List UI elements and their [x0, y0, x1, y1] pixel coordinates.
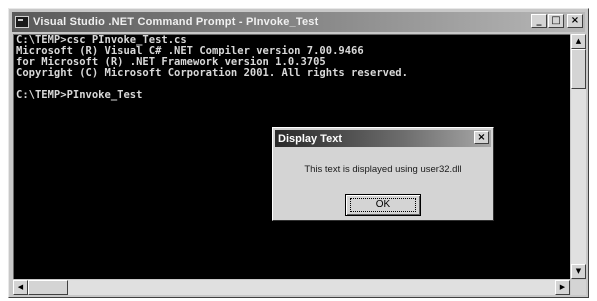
scroll-left-button[interactable]: ◀ [13, 280, 28, 295]
maximize-button[interactable]: □ [548, 14, 564, 28]
window-controls: _ □ × [531, 14, 583, 28]
scroll-down-button[interactable]: ▼ [571, 264, 586, 279]
console-line: C:\TEMP>PInvoke_Test [16, 89, 143, 101]
console-line: Copyright (C) Microsoft Corporation 2001… [16, 67, 408, 79]
dialog-close-button[interactable]: × [474, 131, 489, 144]
ok-button[interactable]: OK [345, 194, 421, 216]
ok-focus-rect [350, 198, 416, 212]
scroll-right-button[interactable]: ▶ [555, 280, 570, 295]
vertical-scrollbar[interactable]: ▲ ▼ [571, 34, 586, 279]
dialog-titlebar[interactable]: Display Text × [275, 130, 491, 147]
minimize-button[interactable]: _ [531, 14, 547, 28]
message-box-dialog: Display Text × This text is displayed us… [272, 127, 494, 221]
vertical-scroll-thumb[interactable] [571, 49, 586, 89]
console-app-icon[interactable] [15, 16, 29, 28]
dialog-message: This text is displayed using user32.dll [304, 164, 462, 175]
window-title: Visual Studio .NET Command Prompt - PInv… [33, 16, 319, 28]
scroll-up-button[interactable]: ▲ [571, 34, 586, 49]
dialog-title: Display Text [278, 132, 342, 145]
window-titlebar[interactable]: Visual Studio .NET Command Prompt - PInv… [12, 12, 585, 32]
close-button[interactable]: × [567, 14, 583, 28]
horizontal-scroll-thumb[interactable] [28, 280, 68, 295]
horizontal-scrollbar[interactable]: ◀ ▶ [13, 280, 570, 295]
scrollbar-corner [571, 280, 586, 295]
